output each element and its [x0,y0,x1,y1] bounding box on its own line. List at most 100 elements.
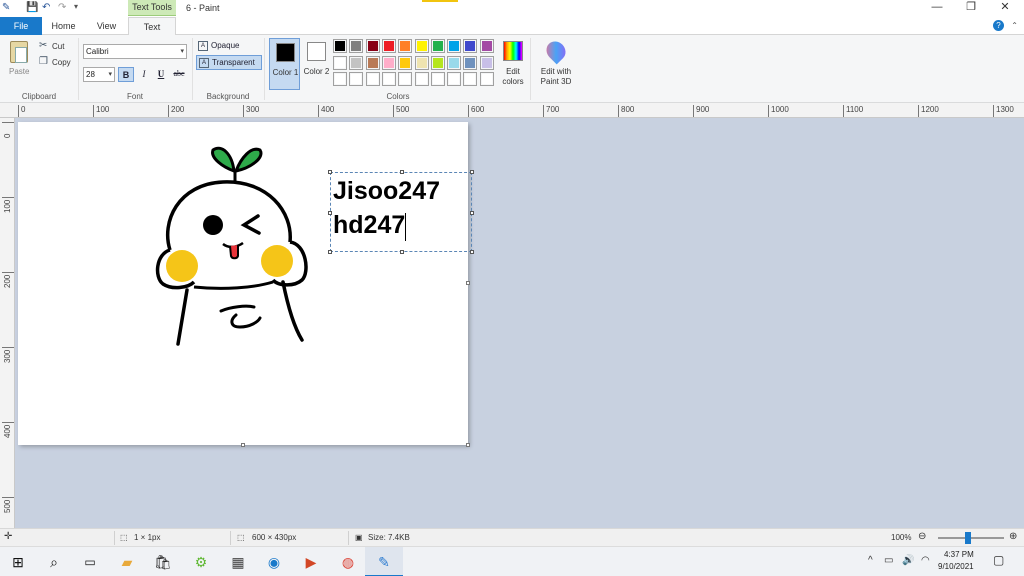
chrome-icon[interactable]: ◍ [337,551,359,573]
font-family-select[interactable]: Calibri ▾ [83,44,187,59]
palette-color-swatch[interactable] [414,39,429,53]
powerpoint-icon[interactable]: ▶ [300,551,322,573]
canvas-resize-handle-corner[interactable] [466,443,470,447]
palette-color-swatch[interactable] [349,55,364,70]
palette-color-swatch[interactable] [414,72,429,86]
palette-color-swatch[interactable] [414,55,429,70]
clock-time[interactable]: 4:37 PM [944,550,974,559]
scissors-icon[interactable]: ✂ [39,40,47,51]
palette-color-swatch[interactable] [479,72,494,86]
save-icon[interactable]: 💾 [26,2,38,13]
network-icon[interactable]: ▭ [884,555,893,566]
palette-color-swatch[interactable] [463,72,478,86]
palette-color-swatch[interactable] [479,39,494,53]
wifi-icon[interactable]: ◠ [921,555,930,566]
zoom-slider-thumb[interactable] [965,532,971,544]
cut-button[interactable]: Cut [52,42,64,51]
transparent-option[interactable]: A Transparent [196,55,262,70]
zoom-slider-track[interactable] [938,537,1004,539]
palette-color-swatch[interactable] [381,39,396,53]
palette-color-swatch[interactable] [447,72,462,86]
color1-button[interactable]: Color 1 [269,38,300,90]
palette-color-swatch[interactable] [381,72,396,86]
copy-button[interactable]: Copy [52,58,71,67]
resize-handle[interactable] [470,211,474,215]
palette-color-swatch[interactable] [463,39,478,53]
resize-handle[interactable] [400,170,404,174]
resize-handle[interactable] [470,250,474,254]
palette-color-swatch[interactable] [479,55,494,70]
bold-button[interactable]: B [118,67,134,82]
copy-icon[interactable]: ❐ [39,56,48,67]
browser-blue-icon[interactable]: ◉ [263,551,285,573]
edit-with-paint3d-button[interactable]: Edit with Paint 3D [534,37,578,91]
resize-handle[interactable] [400,250,404,254]
help-icon[interactable]: ? [993,20,1004,31]
palette-color-swatch[interactable] [430,72,445,86]
edit-colors-button[interactable]: Edit colors [500,39,526,91]
canvas-resize-handle-right[interactable] [466,281,470,285]
palette-color-swatch[interactable] [447,55,462,70]
close-button[interactable]: ✕ [988,0,1022,16]
palette-color-swatch[interactable] [447,39,462,53]
redo-icon[interactable]: ↷ [58,2,66,13]
opaque-option[interactable]: A Opaque [196,39,262,54]
minimize-button[interactable]: — [920,0,954,16]
palette-color-swatch[interactable] [381,55,396,70]
tab-file[interactable]: File [0,17,42,35]
color2-button[interactable]: Color 2 [301,38,332,90]
palette-color-swatch[interactable] [333,55,347,70]
paste-icon[interactable] [10,41,28,63]
palette-color-swatch[interactable] [463,55,478,70]
chevron-up-icon[interactable]: ^ [868,555,873,566]
chevron-up-icon[interactable]: ⌃ [1011,21,1018,30]
palette-color-swatch[interactable] [398,39,413,53]
palette-color-swatch[interactable] [365,55,380,70]
resize-handle[interactable] [470,170,474,174]
app-green-icon[interactable]: ⚙ [190,551,212,573]
search-icon[interactable]: ⌕ [43,551,65,573]
italic-button[interactable]: I [136,67,152,82]
text-line-1[interactable]: Jisoo247 [333,176,440,206]
palette-color-swatch[interactable] [333,39,347,53]
file-explorer-icon[interactable]: ▰ [116,551,138,573]
undo-icon[interactable]: ↶ [42,2,50,13]
palette-color-swatch[interactable] [430,55,445,70]
paint-icon[interactable]: ✎ [373,551,395,573]
paint-app-icon[interactable]: ✎ [2,2,10,13]
font-size-select[interactable]: 28 ▾ [83,67,115,82]
paste-button-label[interactable]: Paste [9,67,29,76]
palette-color-swatch[interactable] [398,72,413,86]
palette-color-swatch[interactable] [365,72,380,86]
zoom-in-icon[interactable]: ⊕ [1009,531,1017,542]
text-line-2[interactable]: hd247 [333,210,405,240]
store-icon[interactable]: 🛍 [152,551,174,573]
tab-view[interactable]: View [85,17,128,35]
windows-start-icon[interactable]: ⊞ [7,551,29,573]
drawing-canvas[interactable]: Jisoo247 hd247 [18,122,474,447]
text-box[interactable]: Jisoo247 hd247 [328,170,474,254]
zoom-out-icon[interactable]: ⊖ [918,531,926,542]
palette-color-swatch[interactable] [349,72,364,86]
task-view-icon[interactable]: ▭ [79,551,101,573]
underline-button[interactable]: U [153,67,169,82]
maximize-button[interactable]: ❐ [954,0,988,16]
palette-color-swatch[interactable] [349,39,364,53]
tab-home[interactable]: Home [42,17,85,35]
palette-color-swatch[interactable] [398,55,413,70]
volume-icon[interactable]: 🔊 [902,555,914,566]
notifications-icon[interactable]: ▢ [993,553,1004,567]
customize-toolbar-icon[interactable]: ▾ [74,2,78,11]
resize-handle[interactable] [328,250,332,254]
resize-handle[interactable] [328,211,332,215]
clock-date[interactable]: 9/10/2021 [938,562,974,571]
strikethrough-button[interactable]: abc [171,67,187,82]
canvas-resize-handle-bottom[interactable] [241,443,245,447]
palette-color-swatch[interactable] [430,39,445,53]
palette-color-swatch[interactable] [333,72,347,86]
resize-handle[interactable] [328,170,332,174]
ruler-label: 500 [396,105,410,114]
tab-text[interactable]: Text [128,17,176,36]
palette-color-swatch[interactable] [365,39,380,53]
calculator-icon[interactable]: ▦ [227,551,249,573]
